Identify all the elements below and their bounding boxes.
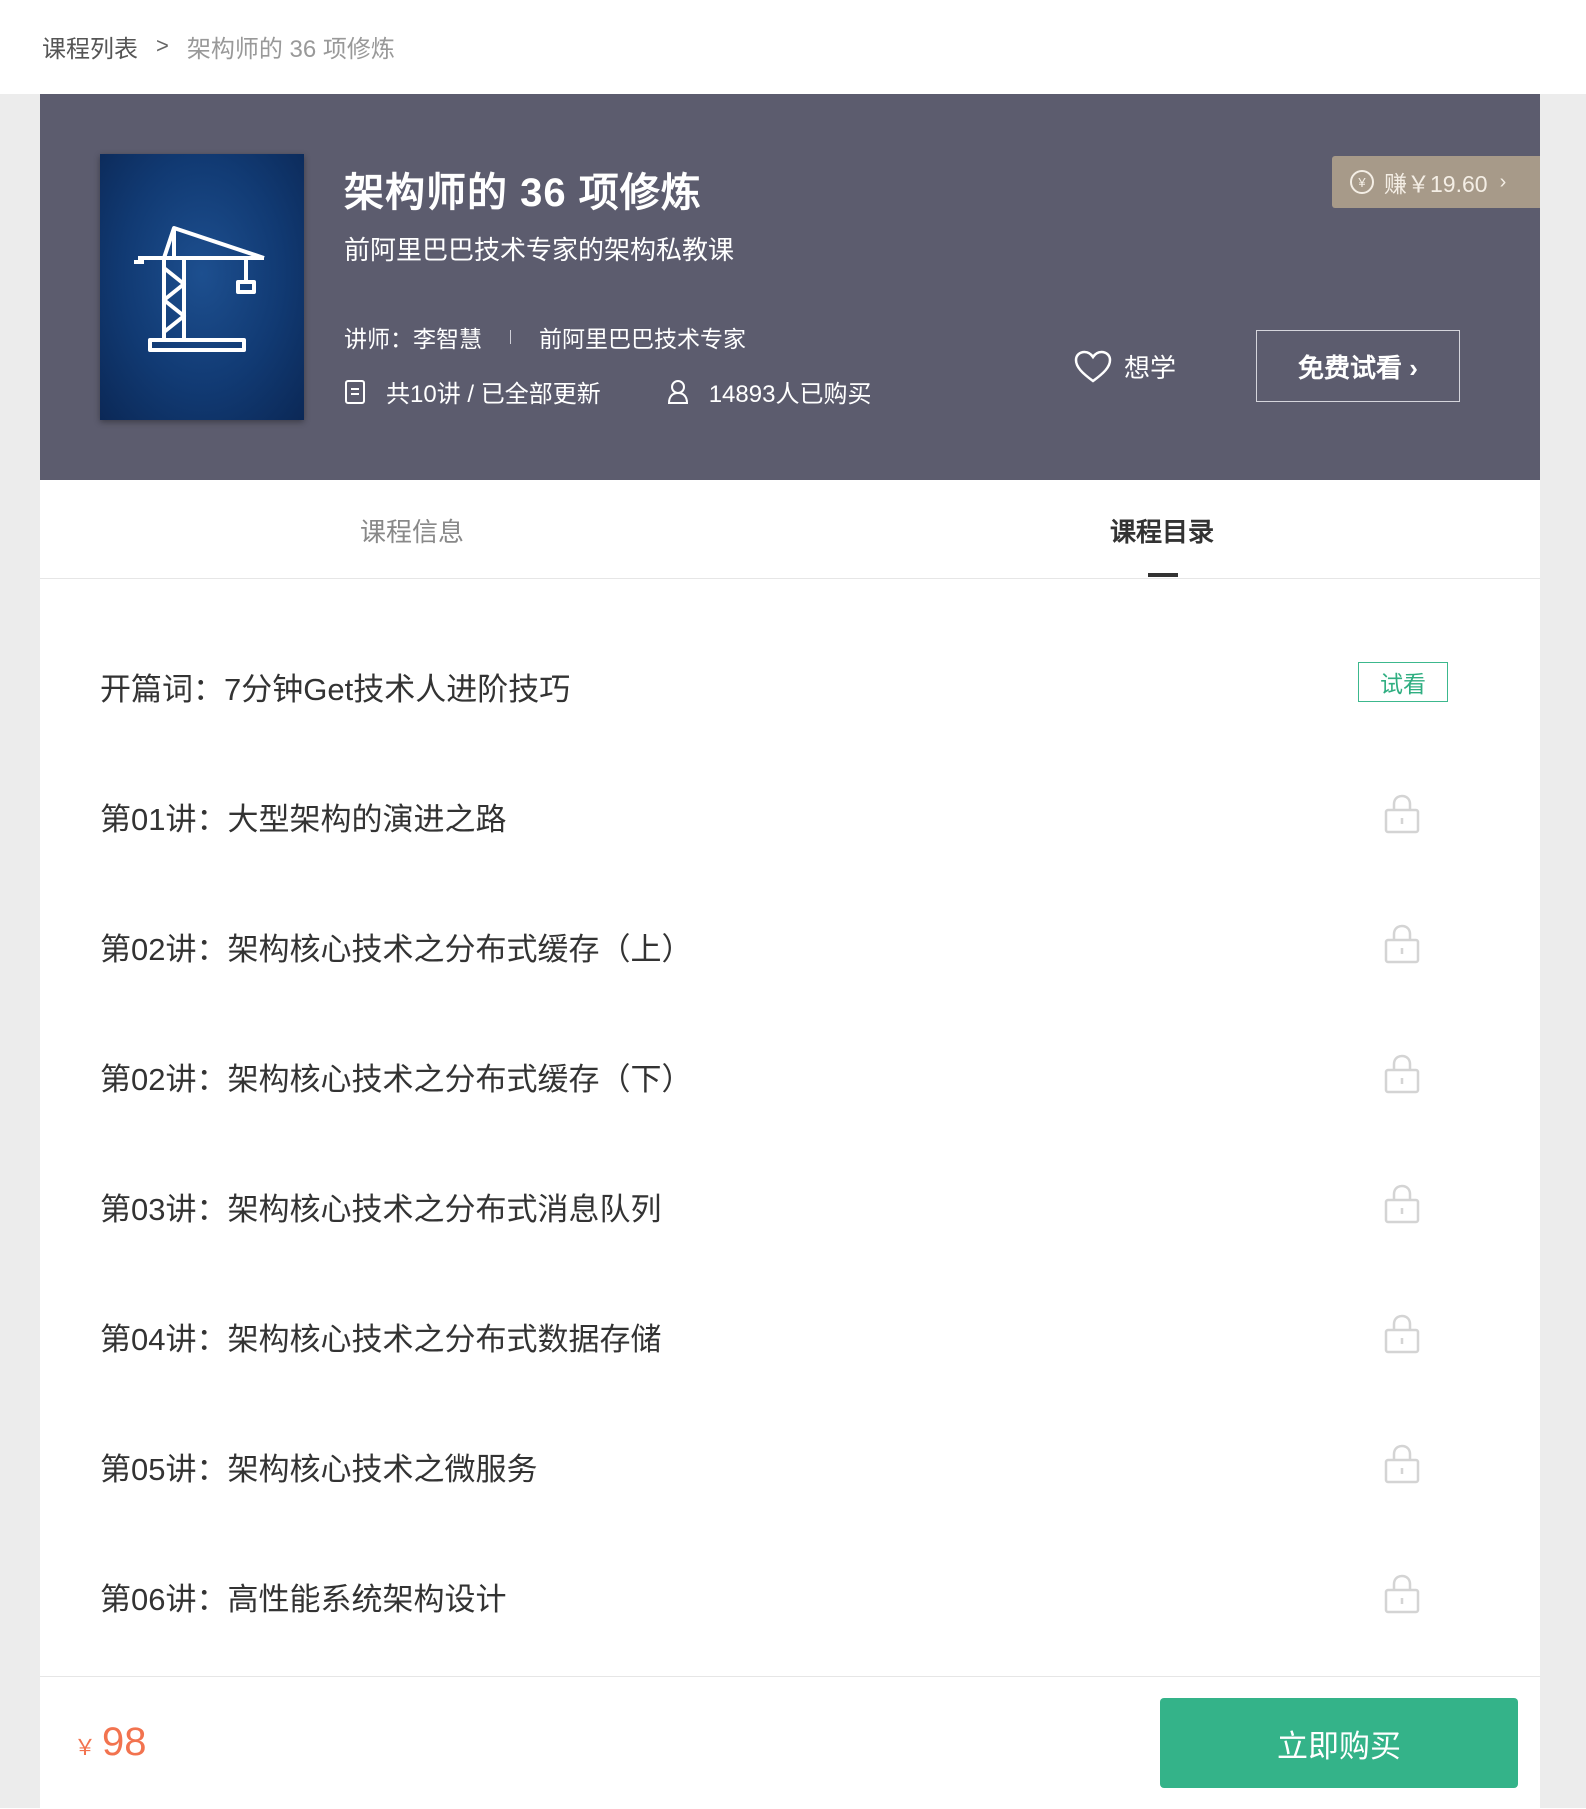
- course-tabs: 课程信息 课程目录: [40, 480, 1540, 579]
- earn-badge[interactable]: ¥ 赚￥19.60 ›: [1332, 156, 1540, 208]
- teacher-title: 前阿里巴巴技术专家: [539, 326, 746, 352]
- lessons-count-text: 共10讲 / 已全部更新: [386, 381, 601, 408]
- lesson-item[interactable]: 第02讲：架构核心技术之分布式缓存（上）: [40, 880, 1540, 1010]
- lock-icon: [1384, 924, 1420, 964]
- lock-icon: [1384, 1054, 1420, 1094]
- buyers-count: 14893人已购买: [667, 374, 872, 409]
- buyers-count-text: 14893人已购买: [708, 381, 872, 408]
- tab-course-info[interactable]: 课程信息: [360, 512, 464, 549]
- course-cover: [100, 154, 304, 420]
- lesson-title: 第06讲：高性能系统架构设计: [100, 1582, 507, 1617]
- lesson-item[interactable]: 第05讲：架构核心技术之微服务: [40, 1400, 1540, 1530]
- course-title: 架构师的 36 项修炼: [344, 171, 702, 215]
- breadcrumb-course-list[interactable]: 课程列表: [42, 29, 138, 64]
- active-tab-indicator: [1148, 573, 1178, 577]
- lesson-title: 第02讲：架构核心技术之分布式缓存（下）: [100, 1062, 693, 1097]
- lesson-title: 第01讲：大型架构的演进之路: [100, 802, 507, 837]
- document-icon: [345, 379, 365, 404]
- buy-now-button[interactable]: 立即购买: [1160, 1698, 1518, 1788]
- lesson-title: 开篇词：7分钟Get技术人进阶技巧: [100, 672, 571, 707]
- lock-icon: [1384, 1444, 1420, 1484]
- yuan-coin-icon: ¥: [1350, 170, 1374, 194]
- price-amount: 98: [102, 1720, 147, 1764]
- want-to-learn-label: 想学: [1124, 353, 1177, 383]
- lock-icon: [1384, 1314, 1420, 1354]
- lesson-item[interactable]: 第03讲：架构核心技术之分布式消息队列: [40, 1140, 1540, 1270]
- price: ￥ 98: [74, 1720, 147, 1765]
- lesson-title: 第02讲：架构核心技术之分布式缓存（上）: [100, 932, 693, 967]
- teacher-name: 讲师：李智慧: [344, 326, 482, 352]
- lesson-title: 第03讲：架构核心技术之分布式消息队列: [100, 1192, 662, 1227]
- lessons-count: 共10讲 / 已全部更新: [344, 374, 601, 409]
- lock-icon: [1384, 1184, 1420, 1224]
- course-meta: 共10讲 / 已全部更新 14893人已购买: [344, 374, 871, 409]
- user-icon: [667, 379, 688, 404]
- chevron-right-icon: ›: [1499, 170, 1507, 193]
- breadcrumb-current: 架构师的 36 项修炼: [186, 35, 395, 63]
- breadcrumb-separator: >: [156, 33, 169, 58]
- want-to-learn-button[interactable]: 想学: [1074, 348, 1176, 385]
- price-currency: ￥: [74, 1735, 97, 1760]
- breadcrumb: 课程列表 > 架构师的 36 项修炼: [42, 28, 395, 64]
- lesson-title: 第05讲：架构核心技术之微服务: [100, 1452, 538, 1487]
- heart-icon: [1074, 350, 1112, 383]
- divider: [510, 330, 511, 344]
- lesson-title: 第04讲：架构核心技术之分布式数据存储: [100, 1322, 662, 1357]
- lock-icon: [1384, 794, 1420, 834]
- lesson-item[interactable]: 第04讲：架构核心技术之分布式数据存储: [40, 1270, 1540, 1400]
- tab-course-catalog[interactable]: 课程目录: [1110, 512, 1214, 549]
- teacher-info: 讲师：李智慧 前阿里巴巴技术专家: [344, 320, 746, 354]
- lesson-item[interactable]: 开篇词：7分钟Get技术人进阶技巧 试看: [40, 620, 1540, 750]
- trial-badge[interactable]: 试看: [1358, 662, 1448, 702]
- course-subtitle: 前阿里巴巴技术专家的架构私教课: [344, 235, 735, 265]
- earn-amount: 赚￥19.60: [1384, 171, 1488, 197]
- lesson-item[interactable]: 第01讲：大型架构的演进之路: [40, 750, 1540, 880]
- lesson-item[interactable]: 第06讲：高性能系统架构设计: [40, 1530, 1540, 1660]
- free-trial-button[interactable]: 免费试看 ›: [1256, 330, 1460, 402]
- lock-icon: [1384, 1574, 1420, 1614]
- crane-icon: [134, 226, 265, 352]
- lesson-item[interactable]: 第02讲：架构核心技术之分布式缓存（下）: [40, 1010, 1540, 1140]
